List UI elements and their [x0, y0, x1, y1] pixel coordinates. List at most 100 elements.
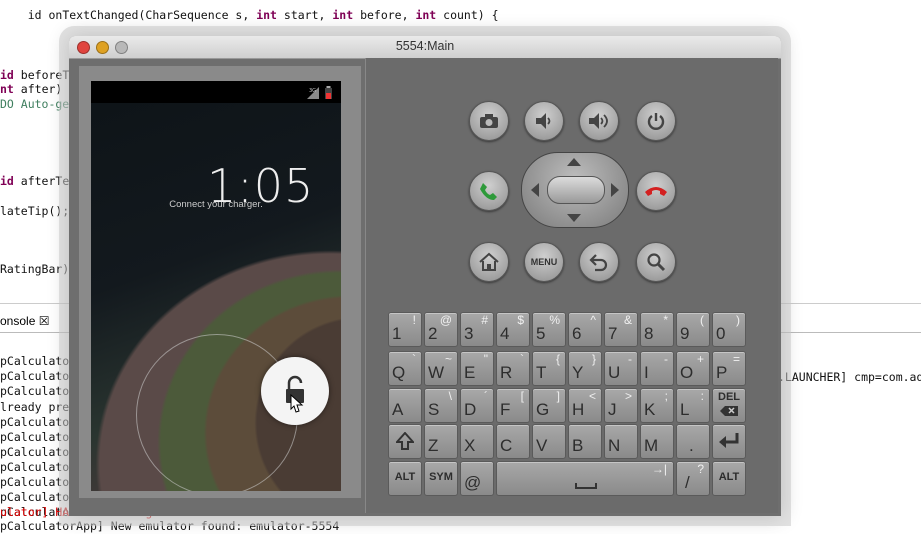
- dpad-right-icon[interactable]: [610, 182, 620, 198]
- status-bar: 3G: [91, 81, 341, 103]
- volume-up-button[interactable]: [579, 101, 619, 141]
- home-button[interactable]: [469, 242, 509, 282]
- phone-screen[interactable]: 3G 1:05 Connect your charger.: [91, 81, 341, 491]
- camera-icon: [480, 114, 498, 128]
- key-6[interactable]: 6 ^: [568, 312, 602, 347]
- key-sym[interactable]: SYM: [424, 461, 458, 496]
- key-s[interactable]: S \: [424, 388, 458, 423]
- call-button[interactable]: [469, 171, 509, 211]
- key-v[interactable]: V: [532, 424, 566, 459]
- menu-button[interactable]: MENU: [524, 242, 564, 282]
- key-4[interactable]: 4 $: [496, 312, 530, 347]
- key-3[interactable]: 3 #: [460, 312, 494, 347]
- console-line: pCalculato: [0, 354, 70, 368]
- svg-text:3G: 3G: [309, 88, 316, 94]
- key-enter[interactable]: [712, 424, 746, 459]
- key-del[interactable]: DEL: [712, 388, 746, 423]
- dpad[interactable]: [521, 152, 629, 228]
- back-button[interactable]: [579, 242, 619, 282]
- window-title: 5554:Main: [395, 39, 455, 53]
- console-tab[interactable]: onsole ☒: [0, 314, 49, 332]
- dpad-center-button[interactable]: [547, 176, 605, 204]
- key-c[interactable]: C: [496, 424, 530, 459]
- menu-button-label: MENU: [530, 257, 558, 267]
- key-t[interactable]: T{: [532, 351, 566, 386]
- volume-down-button[interactable]: [524, 101, 564, 141]
- charger-message: Connect your charger.: [169, 199, 263, 210]
- console-line: pCalculato: [0, 460, 70, 474]
- key-0[interactable]: 0): [712, 312, 746, 347]
- console-line-right: .LAUNCHER] cmp=com.ad: [778, 370, 921, 384]
- dpad-left-icon[interactable]: [530, 182, 540, 198]
- key-x[interactable]: X: [460, 424, 494, 459]
- key-y[interactable]: Y}: [568, 351, 602, 386]
- key-shift[interactable]: [388, 424, 422, 459]
- key-9[interactable]: 9(: [676, 312, 710, 347]
- key-p[interactable]: P =: [712, 351, 746, 386]
- code-line: id onTextChanged(CharSequence s, int sta…: [0, 0, 499, 36]
- key-a[interactable]: A: [388, 388, 422, 423]
- dpad-down-icon[interactable]: [566, 213, 582, 223]
- code-line: id beforeTe: [0, 68, 77, 82]
- key-o[interactable]: O +: [676, 351, 710, 386]
- code-line: DO Auto-ge: [0, 97, 70, 111]
- space-icon: [575, 483, 597, 489]
- key-d[interactable]: D ´: [460, 388, 494, 423]
- console-line: pCalculato: [0, 369, 70, 383]
- key-alt-left[interactable]: ALT: [388, 461, 422, 496]
- key-slash[interactable]: /?: [676, 461, 710, 496]
- key-alt-right[interactable]: ALT: [712, 461, 746, 496]
- dpad-up-icon[interactable]: [566, 157, 582, 167]
- search-button[interactable]: [636, 242, 676, 282]
- code-text: id onTextChanged(CharSequence s, int sta…: [27, 8, 499, 22]
- back-icon: [589, 254, 608, 272]
- key-f[interactable]: F[: [496, 388, 530, 423]
- key-h[interactable]: H <: [568, 388, 602, 423]
- volume-down-icon: [536, 113, 551, 129]
- key-u[interactable]: U-: [604, 351, 638, 386]
- key-2[interactable]: 2 @: [424, 312, 458, 347]
- key-5[interactable]: 5%: [532, 312, 566, 347]
- key-e[interactable]: E ": [460, 351, 494, 386]
- end-call-button[interactable]: [636, 171, 676, 211]
- key-n[interactable]: N: [604, 424, 638, 459]
- key-l[interactable]: L:: [676, 388, 710, 423]
- key-m[interactable]: M: [640, 424, 674, 459]
- shift-icon: [396, 432, 414, 450]
- mouse-cursor-icon: [290, 394, 304, 413]
- delete-icon: [720, 406, 738, 416]
- console-line: pCalculato: [0, 415, 70, 429]
- console-line: pCalculato: [0, 445, 70, 459]
- key-8[interactable]: 8 *: [640, 312, 674, 347]
- unlock-handle[interactable]: [261, 357, 329, 425]
- code-line: lateTip();: [0, 204, 70, 218]
- key-w[interactable]: W ~: [424, 351, 458, 386]
- volume-up-icon: [589, 113, 608, 129]
- search-icon: [647, 253, 666, 272]
- console-line: pCalculato: [0, 490, 70, 504]
- key-1[interactable]: 1!: [388, 312, 422, 347]
- home-icon: [479, 252, 499, 271]
- key-period[interactable]: .: [676, 424, 710, 459]
- key-j[interactable]: J >: [604, 388, 638, 423]
- unlocked-padlock-icon: [286, 375, 304, 403]
- key-i[interactable]: I-: [640, 351, 674, 386]
- camera-button[interactable]: [469, 101, 509, 141]
- code-line: RatingBar): [0, 262, 70, 276]
- key-at[interactable]: @: [460, 461, 494, 496]
- emulator-window: 5554:Main 3G 1:05 Connect your charger.: [69, 36, 781, 516]
- code-line: id afterTe: [0, 174, 70, 188]
- power-button[interactable]: [636, 101, 676, 141]
- battery-icon: [325, 86, 332, 99]
- key-r[interactable]: R `: [496, 351, 530, 386]
- key-space[interactable]: →|: [496, 461, 674, 496]
- code-line: nt after): [0, 82, 63, 96]
- key-7[interactable]: 7 &: [604, 312, 638, 347]
- key-g[interactable]: G]: [532, 388, 566, 423]
- key-b[interactable]: B: [568, 424, 602, 459]
- key-k[interactable]: K;: [640, 388, 674, 423]
- key-q[interactable]: Q `: [388, 351, 422, 386]
- console-line: pCalculato: [0, 384, 70, 398]
- power-icon: [647, 113, 665, 130]
- key-z[interactable]: Z: [424, 424, 458, 459]
